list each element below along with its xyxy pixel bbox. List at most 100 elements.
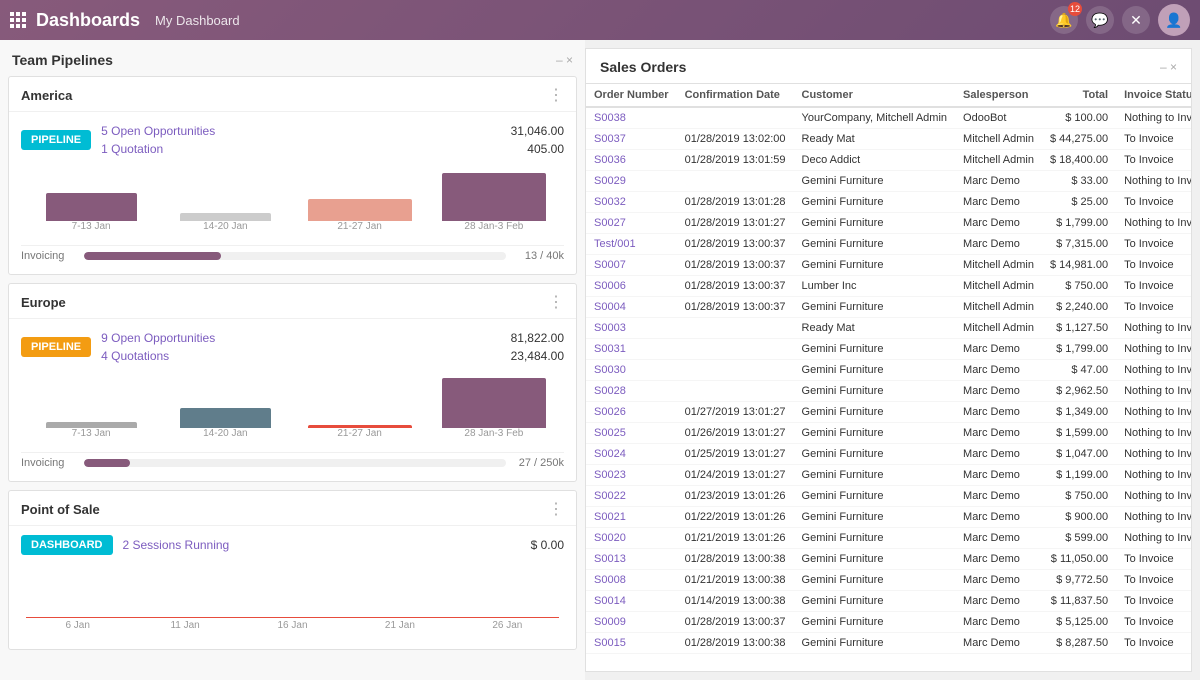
pos-menu-icon[interactable]: ⋮ [548,499,564,519]
table-row[interactable]: S0015 01/28/2019 13:00:38 Gemini Furnitu… [586,633,1192,654]
order-number-cell[interactable]: S0037 [586,129,677,150]
order-number-cell[interactable]: S0014 [586,591,677,612]
table-row[interactable]: S0009 01/28/2019 13:00:37 Gemini Furnitu… [586,612,1192,633]
order-number-cell[interactable]: S0026 [586,402,677,423]
table-row[interactable]: S0030 Gemini Furniture Marc Demo $ 47.00… [586,360,1192,381]
salesperson-cell: Marc Demo [955,570,1042,591]
invoice-status-cell: To Invoice [1116,276,1192,297]
order-number-cell[interactable]: S0015 [586,633,677,654]
table-row[interactable]: S0003 Ready Mat Mitchell Admin $ 1,127.5… [586,318,1192,339]
table-row[interactable]: S0013 01/28/2019 13:00:38 Gemini Furnitu… [586,549,1192,570]
table-row[interactable]: S0006 01/28/2019 13:00:37 Lumber Inc Mit… [586,276,1192,297]
salesperson-cell: Marc Demo [955,528,1042,549]
table-row[interactable]: S0028 Gemini Furniture Marc Demo $ 2,962… [586,381,1192,402]
table-row[interactable]: S0008 01/21/2019 13:00:38 Gemini Furnitu… [586,570,1192,591]
order-number-cell[interactable]: S0021 [586,507,677,528]
pos-dashboard-button[interactable]: DASHBOARD [21,535,113,555]
table-row[interactable]: S0032 01/28/2019 13:01:28 Gemini Furnitu… [586,192,1192,213]
order-number-cell[interactable]: S0004 [586,297,677,318]
europe-invoicing-count: 27 / 250k [514,457,564,469]
invoice-status-cell: To Invoice [1116,150,1192,171]
table-row[interactable]: S0021 01/22/2019 13:01:26 Gemini Furnitu… [586,507,1192,528]
order-number-cell[interactable]: S0029 [586,171,677,192]
table-row[interactable]: S0023 01/24/2019 13:01:27 Gemini Furnitu… [586,465,1192,486]
col-invoice-status: Invoice Status [1116,84,1192,107]
invoice-status-cell: To Invoice [1116,570,1192,591]
table-row[interactable]: S0022 01/23/2019 13:01:26 Gemini Furnitu… [586,486,1192,507]
close-button[interactable]: ✕ [1122,6,1150,34]
confirmation-date-cell: 01/28/2019 13:00:38 [677,549,794,570]
total-cell: $ 1,599.00 [1042,423,1116,444]
table-row[interactable]: S0014 01/14/2019 13:00:38 Gemini Furnitu… [586,591,1192,612]
europe-open-opp-link[interactable]: 9 Open Opportunities [101,331,215,345]
europe-menu-icon[interactable]: ⋮ [548,292,564,312]
order-number-cell[interactable]: S0003 [586,318,677,339]
america-menu-icon[interactable]: ⋮ [548,85,564,105]
table-row[interactable]: S0007 01/28/2019 13:00:37 Gemini Furnitu… [586,255,1192,276]
total-cell: $ 750.00 [1042,276,1116,297]
customer-cell: Gemini Furniture [794,486,956,507]
table-row[interactable]: S0020 01/21/2019 13:01:26 Gemini Furnitu… [586,528,1192,549]
table-row[interactable]: S0027 01/28/2019 13:01:27 Gemini Furnitu… [586,213,1192,234]
order-number-cell[interactable]: S0006 [586,276,677,297]
table-row[interactable]: S0029 Gemini Furniture Marc Demo $ 33.00… [586,171,1192,192]
order-number-cell[interactable]: S0007 [586,255,677,276]
close-icon: ✕ [1130,12,1142,29]
chat-button[interactable]: 💬 [1086,6,1114,34]
order-number-cell[interactable]: S0038 [586,107,677,129]
table-row[interactable]: S0026 01/27/2019 13:01:27 Gemini Furnitu… [586,402,1192,423]
notifications-button[interactable]: 🔔 12 [1050,6,1078,34]
table-row[interactable]: S0024 01/25/2019 13:01:27 Gemini Furnitu… [586,444,1192,465]
order-number-cell[interactable]: S0009 [586,612,677,633]
table-row[interactable]: S0004 01/28/2019 13:00:37 Gemini Furnitu… [586,297,1192,318]
invoice-status-cell: To Invoice [1116,255,1192,276]
order-number-cell[interactable]: S0027 [586,213,677,234]
order-number-cell[interactable]: S0025 [586,423,677,444]
salesperson-cell: Mitchell Admin [955,150,1042,171]
america-quotation-link[interactable]: 1 Quotation [101,142,163,156]
table-row[interactable]: S0025 01/26/2019 13:01:27 Gemini Furnitu… [586,423,1192,444]
order-number-cell[interactable]: S0023 [586,465,677,486]
order-number-cell[interactable]: S0022 [586,486,677,507]
salesperson-cell: Marc Demo [955,171,1042,192]
order-number-cell[interactable]: S0032 [586,192,677,213]
order-number-cell[interactable]: S0030 [586,360,677,381]
table-row[interactable]: S0036 01/28/2019 13:01:59 Deco Addict Mi… [586,150,1192,171]
sales-orders-close[interactable]: – × [1160,60,1177,74]
grid-icon[interactable] [10,12,26,28]
salesperson-cell: Marc Demo [955,192,1042,213]
america-progress-bar [84,252,506,260]
table-row[interactable]: S0031 Gemini Furniture Marc Demo $ 1,799… [586,339,1192,360]
user-avatar[interactable]: 👤 [1158,4,1190,36]
order-number-cell[interactable]: S0036 [586,150,677,171]
table-row[interactable]: Test/001 01/28/2019 13:00:37 Gemini Furn… [586,234,1192,255]
chat-icon: 💬 [1091,12,1108,29]
customer-cell: Gemini Furniture [794,381,956,402]
order-number-cell[interactable]: S0020 [586,528,677,549]
total-cell: $ 7,315.00 [1042,234,1116,255]
america-open-opp-link[interactable]: 5 Open Opportunities [101,124,215,138]
order-number-cell[interactable]: S0013 [586,549,677,570]
pos-sessions-link[interactable]: 2 Sessions Running [123,538,230,552]
customer-cell: Gemini Furniture [794,444,956,465]
invoice-status-cell: Nothing to Invoice [1116,423,1192,444]
customer-cell: Gemini Furniture [794,402,956,423]
europe-quotation-link[interactable]: 4 Quotations [101,349,169,363]
order-number-cell[interactable]: Test/001 [586,234,677,255]
invoice-status-cell: Nothing to Invoice [1116,402,1192,423]
america-quotation-val: 405.00 [527,142,564,156]
table-row[interactable]: S0038 YourCompany, Mitchell Admin OdooBo… [586,107,1192,129]
europe-pipeline-button[interactable]: PIPELINE [21,337,91,357]
order-number-cell[interactable]: S0031 [586,339,677,360]
order-number-cell[interactable]: S0028 [586,381,677,402]
team-pipelines-close[interactable]: – × [556,53,573,67]
col-order-number: Order Number [586,84,677,107]
order-number-cell[interactable]: S0008 [586,570,677,591]
invoice-status-cell: Nothing to Invoice [1116,171,1192,192]
confirmation-date-cell: 01/28/2019 13:00:37 [677,276,794,297]
order-number-cell[interactable]: S0024 [586,444,677,465]
pos-sessions-val: $ 0.00 [531,538,564,552]
table-row[interactable]: S0037 01/28/2019 13:02:00 Ready Mat Mitc… [586,129,1192,150]
total-cell: $ 1,799.00 [1042,339,1116,360]
america-pipeline-button[interactable]: PIPELINE [21,130,91,150]
